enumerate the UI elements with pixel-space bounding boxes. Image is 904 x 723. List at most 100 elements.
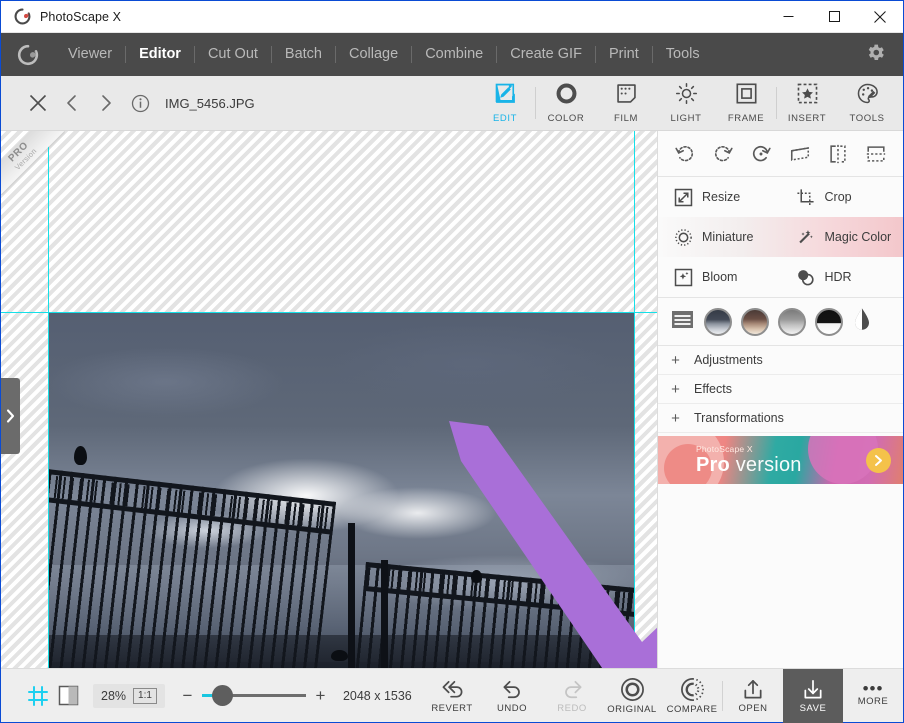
menu-item-cut-out[interactable]: Cut Out: [195, 33, 271, 76]
zoom-slider[interactable]: − +: [181, 685, 327, 706]
menu-item-print[interactable]: Print: [596, 33, 652, 76]
tool-crop[interactable]: Crop: [781, 177, 904, 217]
tab-color[interactable]: COLOR: [536, 76, 596, 131]
more-button[interactable]: ••• MORE: [843, 669, 903, 723]
tab-film[interactable]: FILM: [596, 76, 656, 131]
tool-hdr[interactable]: HDR: [781, 257, 904, 297]
tool-hdr-label: HDR: [824, 270, 852, 284]
banner-small-title: PhotoScape X: [696, 443, 753, 454]
tab-insert-label: INSERT: [787, 113, 827, 124]
menu-item-combine[interactable]: Combine: [412, 33, 496, 76]
pro-version-banner[interactable]: PhotoScape X Pro version: [658, 436, 903, 484]
menu-item-editor[interactable]: Editor: [126, 33, 194, 76]
close-button[interactable]: [857, 1, 903, 33]
filter-preview-1[interactable]: [704, 307, 732, 336]
open-label: OPEN: [738, 702, 768, 714]
flip-vertical-icon[interactable]: [861, 139, 891, 169]
menu-item-create-gif[interactable]: Create GIF: [497, 33, 595, 76]
rotate-left-icon[interactable]: [670, 139, 700, 169]
settings-button[interactable]: [865, 42, 886, 68]
expand-plus-icon: +: [671, 351, 680, 369]
accordion-adjustments[interactable]: + Adjustments: [658, 346, 903, 375]
tool-miniature[interactable]: Miniature: [658, 217, 781, 257]
tab-light[interactable]: LIGHT: [656, 76, 716, 131]
zoom-slider-track[interactable]: [201, 685, 306, 706]
maximize-button[interactable]: [811, 1, 857, 33]
editor-body: PRO Version Resize Crop Miniature Magic …: [1, 131, 903, 668]
window-controls: [765, 1, 903, 33]
rotate-right-icon[interactable]: [708, 139, 738, 169]
actual-size-button[interactable]: 1:1: [133, 687, 157, 704]
palette-icon: [856, 82, 879, 110]
accordion-effects[interactable]: + Effects: [658, 375, 903, 404]
crop-guide-left[interactable]: [48, 131, 49, 668]
tool-resize[interactable]: Resize: [658, 177, 781, 217]
tool-bloom-label: Bloom: [702, 270, 738, 284]
filter-preview-3[interactable]: [778, 307, 806, 336]
rotate-toolbar: [658, 131, 903, 177]
flip-horizontal-icon[interactable]: [823, 139, 853, 169]
photo-bird-3: [331, 650, 348, 661]
original-button[interactable]: ORIGINAL: [602, 669, 662, 723]
tool-resize-label: Resize: [702, 190, 741, 204]
compare-label: COMPARE: [666, 703, 718, 715]
tab-frame[interactable]: FRAME: [716, 76, 776, 131]
image-canvas[interactable]: PRO Version: [1, 131, 657, 668]
tab-insert[interactable]: INSERT: [777, 76, 837, 131]
tool-magic-color[interactable]: Magic Color: [781, 217, 904, 257]
menu-item-viewer[interactable]: Viewer: [55, 33, 125, 76]
redo-button[interactable]: REDO: [542, 669, 602, 723]
banner-text: PhotoScape X Pro version: [696, 445, 802, 476]
filter-list-icon[interactable]: [670, 307, 695, 337]
photoscape-logo-icon: [13, 8, 31, 26]
crop-guide-right[interactable]: [634, 131, 635, 668]
magic-wand-icon: [795, 226, 817, 248]
left-panel-handle[interactable]: [1, 378, 20, 454]
save-button[interactable]: SAVE: [783, 668, 843, 723]
zoom-slider-handle[interactable]: [211, 685, 233, 706]
undo-label: UNDO: [497, 702, 527, 714]
crop-guide-top[interactable]: [1, 312, 657, 313]
tool-row-3: Bloom HDR: [658, 257, 903, 297]
more-label: MORE: [857, 696, 889, 707]
more-dots-icon: •••: [862, 679, 884, 698]
filter-preview-4[interactable]: [815, 307, 843, 336]
accordion-effects-label: Effects: [694, 382, 732, 396]
color-ring-icon: [555, 82, 578, 110]
revert-button[interactable]: REVERT: [422, 669, 482, 723]
minimize-button[interactable]: [765, 1, 811, 33]
banner-go-button[interactable]: [866, 448, 891, 473]
close-icon[interactable]: [21, 86, 55, 120]
compare-circle-icon: [680, 677, 704, 701]
window-title: PhotoScape X: [40, 9, 122, 24]
accordion-transformations[interactable]: + Transformations: [658, 404, 903, 433]
gear-icon: [865, 42, 886, 68]
zoom-out-button[interactable]: −: [181, 687, 194, 704]
menu-item-batch[interactable]: Batch: [272, 33, 335, 76]
rotate-free-icon[interactable]: [746, 139, 776, 169]
zoom-in-button[interactable]: +: [314, 687, 327, 704]
menu-item-collage[interactable]: Collage: [336, 33, 411, 76]
tab-tools[interactable]: TOOLS: [837, 76, 897, 131]
tab-edit[interactable]: EDIT: [475, 76, 535, 131]
photo-image[interactable]: [48, 312, 635, 668]
info-icon[interactable]: [123, 86, 157, 120]
filter-droplet-icon[interactable]: [852, 307, 872, 337]
chevron-right-icon[interactable]: [89, 86, 123, 120]
expand-plus-icon: +: [671, 380, 680, 398]
main-menu-bar: Viewer Editor Cut Out Batch Collage Comb…: [1, 33, 903, 76]
undo-button[interactable]: UNDO: [482, 669, 542, 723]
tool-bloom[interactable]: Bloom: [658, 257, 781, 297]
open-button[interactable]: OPEN: [723, 669, 783, 723]
perspective-icon[interactable]: [785, 139, 815, 169]
menu-item-tools[interactable]: Tools: [653, 33, 713, 76]
tab-color-label: COLOR: [547, 113, 585, 124]
chevron-left-icon[interactable]: [55, 86, 89, 120]
background-toggle-icon[interactable]: [53, 681, 83, 711]
pro-version-ribbon[interactable]: PRO Version: [1, 131, 65, 195]
photoscape-brand-icon[interactable]: [1, 44, 55, 66]
tab-film-label: FILM: [613, 113, 639, 124]
filter-preview-2[interactable]: [741, 307, 769, 336]
compare-button[interactable]: COMPARE: [662, 669, 722, 723]
grid-overlay-icon[interactable]: [23, 681, 53, 711]
